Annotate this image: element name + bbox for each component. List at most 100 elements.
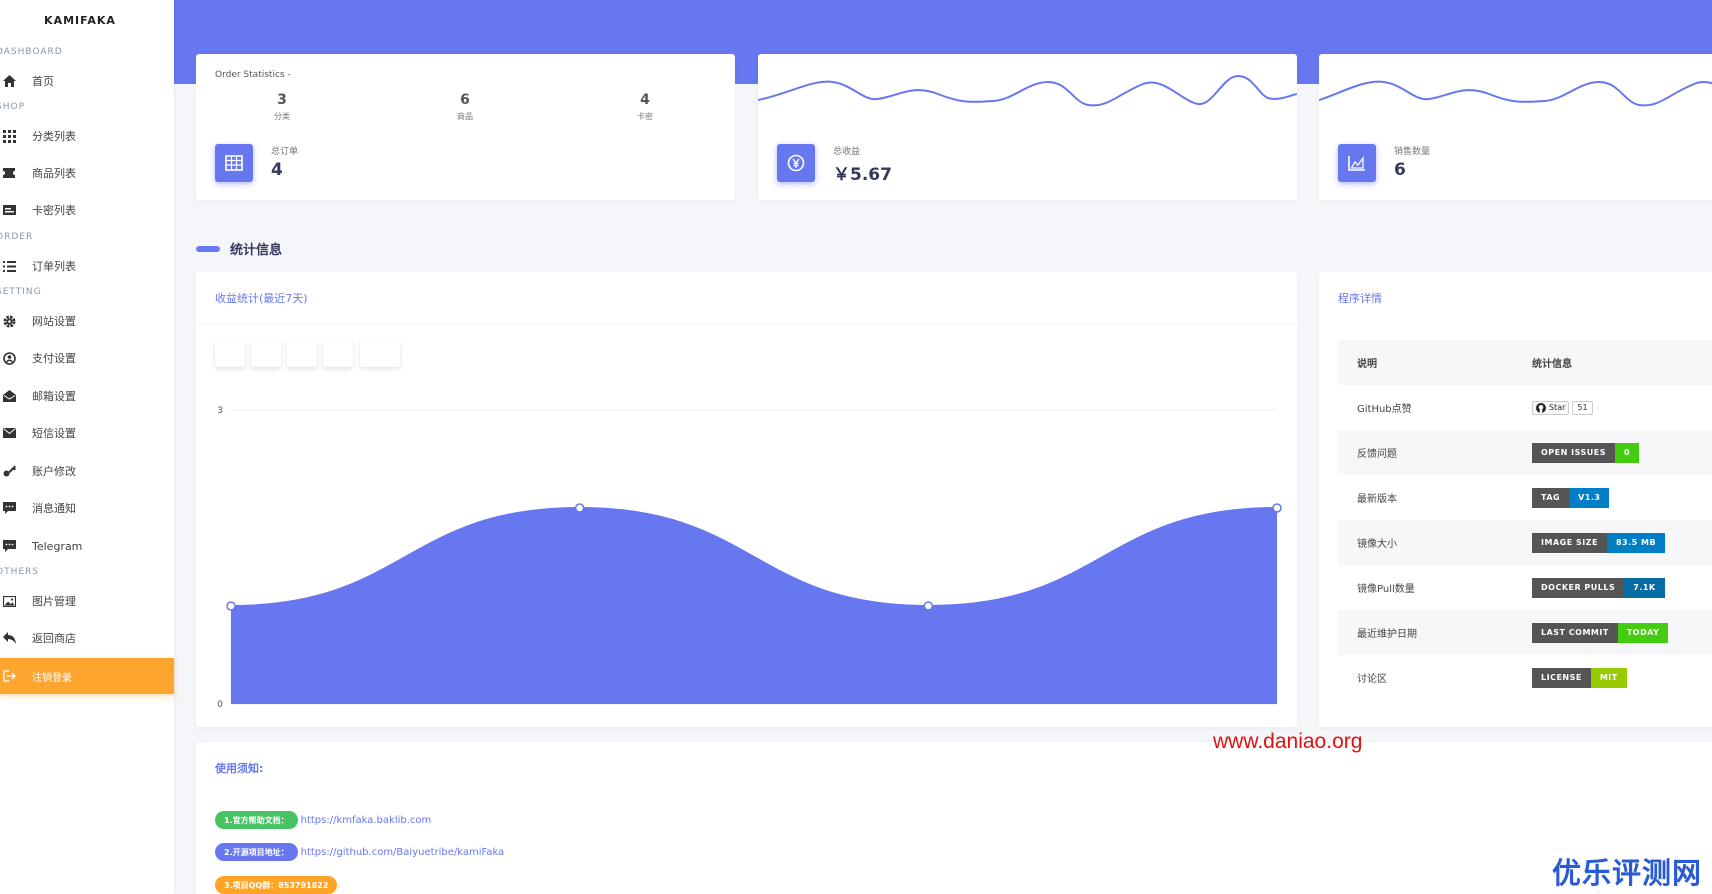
sidebar-item-label: 分类列表	[32, 130, 76, 143]
badge-left: LICENSE	[1532, 667, 1591, 688]
revenue-chart-card: 收益统计(最近7天) 天 周 月 年 全部 03	[196, 272, 1297, 727]
key-icon	[2, 464, 16, 478]
ticket-icon	[2, 166, 16, 180]
note-pill: 1.官方帮助文档：	[215, 811, 298, 829]
sidebar-item-label: 返回商店	[32, 632, 76, 645]
section-others: OTHERS	[0, 567, 40, 577]
row-key: 最近维护日期	[1357, 629, 1417, 640]
sidebar-item-mail-settings[interactable]: 邮箱设置	[0, 383, 174, 409]
section-dashboard: DASHBOARD	[0, 47, 63, 57]
stat-value: 6	[460, 92, 470, 108]
revenue-value: ￥5.67	[833, 165, 892, 185]
repo-link[interactable]: https://github.com/Baiyuetribe/kamiFaka	[301, 847, 505, 858]
table-row: 讨论区 LICENSE MIT	[1338, 655, 1712, 700]
badge-license[interactable]: LICENSE MIT	[1532, 667, 1627, 688]
revenue-area-chart: 03	[217, 406, 1282, 710]
stat-label: 卡密	[637, 112, 653, 121]
details-card-title: 程序详情	[1338, 292, 1382, 305]
table-icon	[215, 144, 253, 182]
area-fill	[231, 508, 1277, 704]
section-header-bar	[196, 245, 220, 252]
brand-logo[interactable]: KAMIFAKA	[0, 14, 160, 27]
sidebar-item-label: 注销登录	[32, 672, 72, 684]
row-key: 镜像大小	[1357, 539, 1397, 550]
mail-open-icon	[2, 389, 16, 403]
github-star-button[interactable]: Star 51	[1532, 400, 1593, 416]
badge-image-size[interactable]: IMAGE SIZE 83.5 MB	[1532, 532, 1666, 553]
total-orders-label: 总订单	[271, 147, 299, 157]
section-header-text: 统计信息	[230, 243, 283, 258]
github-star[interactable]: Star	[1532, 400, 1570, 415]
sidebar-item-products[interactable]: 商品列表	[0, 160, 174, 186]
sidebar-item-site-settings[interactable]: 网站设置	[0, 308, 174, 334]
badge-right: 7.1K	[1624, 577, 1665, 598]
sidebar-item-back-to-shop[interactable]: 返回商店	[0, 625, 174, 651]
badge-docker-pulls[interactable]: DOCKER PULLS 7.1K	[1532, 577, 1665, 598]
badge-left: OPEN ISSUES	[1532, 442, 1615, 463]
stat-value: 4	[640, 92, 650, 108]
watermark-brand: 优乐评测网	[1552, 856, 1703, 890]
payment-icon	[2, 351, 16, 365]
sidebar-item-label: 账户修改	[32, 465, 76, 478]
order-statistics-card: Order Statistics - 3 分类 6 商品 4 卡密 总订单 4	[196, 54, 735, 200]
badge-left: TAG	[1532, 487, 1570, 508]
section-header: 统计信息	[196, 239, 282, 258]
github-star-count[interactable]: 51	[1572, 400, 1593, 415]
sidebar-item-cards[interactable]: 卡密列表	[0, 197, 174, 223]
revenue-card: 总收益 ￥5.67	[758, 54, 1297, 200]
note-item: 1.官方帮助文档： https://kmfaka.baklib.com	[215, 811, 431, 829]
watermark-url: www.daniao.org	[1213, 730, 1363, 753]
table-row: 最新版本 TAG V1.3	[1338, 475, 1712, 520]
sidebar-item-telegram[interactable]: Telegram	[0, 533, 174, 559]
badge-last-commit[interactable]: LAST COMMIT TODAY	[1532, 622, 1669, 643]
note-item: 2.开源项目地址： https://github.com/Baiyuetribe…	[215, 843, 504, 861]
data-point	[923, 601, 934, 611]
row-key: 最新版本	[1357, 494, 1397, 505]
sidebar-item-logout[interactable]: 注销登录	[0, 658, 174, 694]
header-description: 说明	[1357, 359, 1377, 370]
stat-label: 分类	[274, 112, 290, 121]
table-row: 最近维护日期 LAST COMMIT TODAY	[1338, 610, 1712, 655]
badge-tag[interactable]: TAG V1.3	[1532, 487, 1610, 508]
order-statistics-title[interactable]: Order Statistics -	[215, 70, 291, 80]
docs-link[interactable]: https://kmfaka.baklib.com	[301, 815, 432, 826]
badge-open-issues[interactable]: OPEN ISSUES 0	[1532, 442, 1640, 463]
sidebar-item-orders[interactable]: 订单列表	[0, 253, 174, 279]
header-stats: 统计信息	[1532, 359, 1572, 370]
sales-label: 销售数量	[1394, 147, 1431, 157]
card-icon	[2, 203, 16, 217]
badge-left: IMAGE SIZE	[1532, 532, 1607, 553]
stat-value: 3	[277, 92, 287, 108]
sidebar-item-label: 邮箱设置	[32, 390, 76, 403]
stat-products: 6 商品	[425, 92, 505, 122]
badge-right: V1.3	[1569, 487, 1610, 508]
logout-icon	[2, 669, 16, 683]
chat-icon	[2, 539, 16, 553]
notes-title: 使用须知:	[215, 762, 264, 775]
grid-icon	[2, 129, 16, 143]
sidebar-item-label: 消息通知	[32, 502, 76, 515]
program-details-card: 程序详情 说明 统计信息 GitHub点赞 Star 51 反馈问题 OPEN …	[1319, 272, 1712, 727]
sales-sparkline	[1319, 80, 1712, 107]
list-icon	[2, 259, 16, 273]
sidebar-item-home[interactable]: 首页	[0, 68, 174, 94]
sidebar-item-notifications[interactable]: 消息通知	[0, 495, 174, 521]
sidebar-item-label: 卡密列表	[32, 204, 76, 217]
sidebar-item-images[interactable]: 图片管理	[0, 588, 174, 614]
sidebar-item-label: 商品列表	[32, 167, 76, 180]
section-shop: SHOP	[0, 102, 25, 112]
sidebar-item-label: 首页	[32, 75, 54, 88]
row-key: 反馈问题	[1357, 449, 1397, 460]
back-icon	[2, 631, 16, 645]
section-setting: SETTING	[0, 287, 42, 297]
y-tick-label: 0	[217, 700, 223, 710]
sidebar-item-payment-settings[interactable]: 支付设置	[0, 345, 174, 371]
message-icon	[2, 501, 16, 515]
sidebar-item-sms-settings[interactable]: 短信设置	[0, 420, 174, 446]
y-tick-label: 3	[217, 406, 223, 416]
github-icon	[1536, 402, 1546, 413]
sidebar-item-label: 支付设置	[32, 352, 76, 365]
home-icon	[2, 74, 16, 88]
sidebar-item-account[interactable]: 账户修改	[0, 458, 174, 484]
sidebar-item-categories[interactable]: 分类列表	[0, 123, 174, 149]
